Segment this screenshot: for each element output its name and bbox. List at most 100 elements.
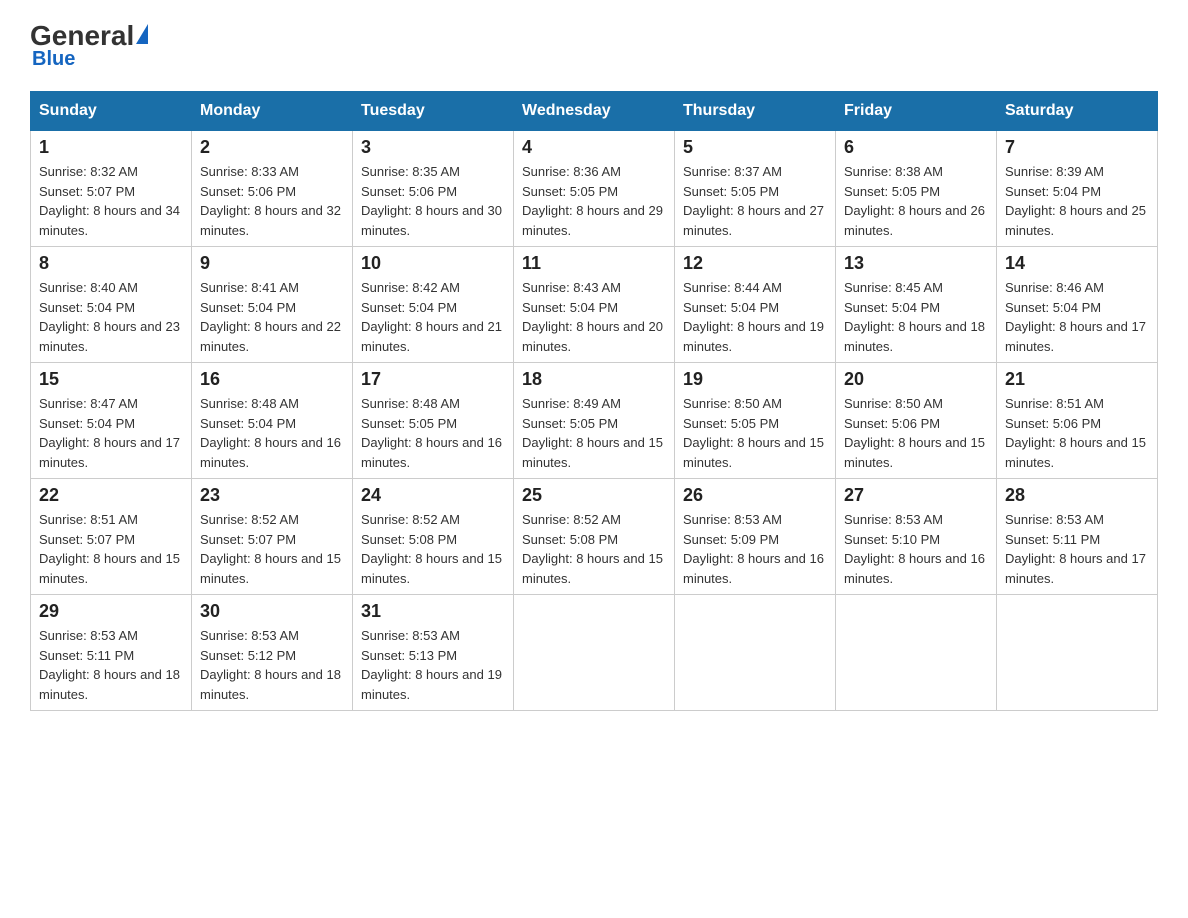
calendar-cell: 27 Sunrise: 8:53 AMSunset: 5:10 PMDaylig… xyxy=(836,479,997,595)
day-info: Sunrise: 8:53 AMSunset: 5:11 PMDaylight:… xyxy=(1005,512,1146,586)
day-number: 2 xyxy=(200,137,344,158)
day-number: 17 xyxy=(361,369,505,390)
day-number: 22 xyxy=(39,485,183,506)
day-info: Sunrise: 8:36 AMSunset: 5:05 PMDaylight:… xyxy=(522,164,663,238)
day-number: 13 xyxy=(844,253,988,274)
calendar-cell: 13 Sunrise: 8:45 AMSunset: 5:04 PMDaylig… xyxy=(836,247,997,363)
day-info: Sunrise: 8:47 AMSunset: 5:04 PMDaylight:… xyxy=(39,396,180,470)
calendar-week-row: 22 Sunrise: 8:51 AMSunset: 5:07 PMDaylig… xyxy=(31,479,1158,595)
calendar-cell: 20 Sunrise: 8:50 AMSunset: 5:06 PMDaylig… xyxy=(836,363,997,479)
calendar-cell: 31 Sunrise: 8:53 AMSunset: 5:13 PMDaylig… xyxy=(353,595,514,711)
calendar-week-row: 8 Sunrise: 8:40 AMSunset: 5:04 PMDayligh… xyxy=(31,247,1158,363)
calendar-cell: 25 Sunrise: 8:52 AMSunset: 5:08 PMDaylig… xyxy=(514,479,675,595)
day-info: Sunrise: 8:37 AMSunset: 5:05 PMDaylight:… xyxy=(683,164,824,238)
day-number: 20 xyxy=(844,369,988,390)
day-number: 21 xyxy=(1005,369,1149,390)
day-info: Sunrise: 8:53 AMSunset: 5:11 PMDaylight:… xyxy=(39,628,180,702)
column-header-friday: Friday xyxy=(836,92,997,131)
calendar-cell: 26 Sunrise: 8:53 AMSunset: 5:09 PMDaylig… xyxy=(675,479,836,595)
day-info: Sunrise: 8:48 AMSunset: 5:04 PMDaylight:… xyxy=(200,396,341,470)
calendar-cell: 15 Sunrise: 8:47 AMSunset: 5:04 PMDaylig… xyxy=(31,363,192,479)
calendar-cell: 6 Sunrise: 8:38 AMSunset: 5:05 PMDayligh… xyxy=(836,131,997,247)
calendar-header-row: SundayMondayTuesdayWednesdayThursdayFrid… xyxy=(31,92,1158,131)
calendar-cell: 22 Sunrise: 8:51 AMSunset: 5:07 PMDaylig… xyxy=(31,479,192,595)
calendar-cell xyxy=(675,595,836,711)
day-info: Sunrise: 8:45 AMSunset: 5:04 PMDaylight:… xyxy=(844,280,985,354)
day-number: 28 xyxy=(1005,485,1149,506)
day-number: 31 xyxy=(361,601,505,622)
calendar-cell: 7 Sunrise: 8:39 AMSunset: 5:04 PMDayligh… xyxy=(997,131,1158,247)
day-info: Sunrise: 8:51 AMSunset: 5:07 PMDaylight:… xyxy=(39,512,180,586)
day-info: Sunrise: 8:38 AMSunset: 5:05 PMDaylight:… xyxy=(844,164,985,238)
calendar-cell: 10 Sunrise: 8:42 AMSunset: 5:04 PMDaylig… xyxy=(353,247,514,363)
day-number: 1 xyxy=(39,137,183,158)
calendar-cell xyxy=(514,595,675,711)
day-number: 9 xyxy=(200,253,344,274)
day-number: 16 xyxy=(200,369,344,390)
calendar-cell: 5 Sunrise: 8:37 AMSunset: 5:05 PMDayligh… xyxy=(675,131,836,247)
day-number: 5 xyxy=(683,137,827,158)
day-number: 15 xyxy=(39,369,183,390)
day-number: 23 xyxy=(200,485,344,506)
calendar-cell xyxy=(836,595,997,711)
logo: General Blue xyxy=(30,20,148,71)
day-info: Sunrise: 8:52 AMSunset: 5:08 PMDaylight:… xyxy=(522,512,663,586)
day-info: Sunrise: 8:43 AMSunset: 5:04 PMDaylight:… xyxy=(522,280,663,354)
calendar-cell: 9 Sunrise: 8:41 AMSunset: 5:04 PMDayligh… xyxy=(192,247,353,363)
day-info: Sunrise: 8:39 AMSunset: 5:04 PMDaylight:… xyxy=(1005,164,1146,238)
day-info: Sunrise: 8:53 AMSunset: 5:12 PMDaylight:… xyxy=(200,628,341,702)
column-header-thursday: Thursday xyxy=(675,92,836,131)
day-info: Sunrise: 8:53 AMSunset: 5:10 PMDaylight:… xyxy=(844,512,985,586)
column-header-tuesday: Tuesday xyxy=(353,92,514,131)
day-number: 25 xyxy=(522,485,666,506)
day-number: 26 xyxy=(683,485,827,506)
calendar-week-row: 29 Sunrise: 8:53 AMSunset: 5:11 PMDaylig… xyxy=(31,595,1158,711)
column-header-wednesday: Wednesday xyxy=(514,92,675,131)
calendar-cell xyxy=(997,595,1158,711)
calendar-cell: 2 Sunrise: 8:33 AMSunset: 5:06 PMDayligh… xyxy=(192,131,353,247)
column-header-monday: Monday xyxy=(192,92,353,131)
calendar-cell: 21 Sunrise: 8:51 AMSunset: 5:06 PMDaylig… xyxy=(997,363,1158,479)
page-header: General Blue xyxy=(30,20,1158,71)
calendar-cell: 4 Sunrise: 8:36 AMSunset: 5:05 PMDayligh… xyxy=(514,131,675,247)
day-number: 14 xyxy=(1005,253,1149,274)
day-info: Sunrise: 8:51 AMSunset: 5:06 PMDaylight:… xyxy=(1005,396,1146,470)
day-info: Sunrise: 8:50 AMSunset: 5:06 PMDaylight:… xyxy=(844,396,985,470)
day-info: Sunrise: 8:53 AMSunset: 5:09 PMDaylight:… xyxy=(683,512,824,586)
day-info: Sunrise: 8:49 AMSunset: 5:05 PMDaylight:… xyxy=(522,396,663,470)
day-number: 7 xyxy=(1005,137,1149,158)
column-header-saturday: Saturday xyxy=(997,92,1158,131)
day-number: 29 xyxy=(39,601,183,622)
day-info: Sunrise: 8:50 AMSunset: 5:05 PMDaylight:… xyxy=(683,396,824,470)
calendar-cell: 24 Sunrise: 8:52 AMSunset: 5:08 PMDaylig… xyxy=(353,479,514,595)
calendar-cell: 16 Sunrise: 8:48 AMSunset: 5:04 PMDaylig… xyxy=(192,363,353,479)
day-number: 4 xyxy=(522,137,666,158)
day-info: Sunrise: 8:32 AMSunset: 5:07 PMDaylight:… xyxy=(39,164,180,238)
calendar-cell: 14 Sunrise: 8:46 AMSunset: 5:04 PMDaylig… xyxy=(997,247,1158,363)
day-number: 27 xyxy=(844,485,988,506)
day-info: Sunrise: 8:41 AMSunset: 5:04 PMDaylight:… xyxy=(200,280,341,354)
day-number: 30 xyxy=(200,601,344,622)
day-info: Sunrise: 8:53 AMSunset: 5:13 PMDaylight:… xyxy=(361,628,502,702)
day-number: 19 xyxy=(683,369,827,390)
calendar-table: SundayMondayTuesdayWednesdayThursdayFrid… xyxy=(30,91,1158,711)
day-number: 8 xyxy=(39,253,183,274)
calendar-week-row: 1 Sunrise: 8:32 AMSunset: 5:07 PMDayligh… xyxy=(31,131,1158,247)
calendar-cell: 19 Sunrise: 8:50 AMSunset: 5:05 PMDaylig… xyxy=(675,363,836,479)
calendar-cell: 3 Sunrise: 8:35 AMSunset: 5:06 PMDayligh… xyxy=(353,131,514,247)
day-number: 12 xyxy=(683,253,827,274)
calendar-cell: 1 Sunrise: 8:32 AMSunset: 5:07 PMDayligh… xyxy=(31,131,192,247)
day-number: 18 xyxy=(522,369,666,390)
day-info: Sunrise: 8:42 AMSunset: 5:04 PMDaylight:… xyxy=(361,280,502,354)
calendar-cell: 29 Sunrise: 8:53 AMSunset: 5:11 PMDaylig… xyxy=(31,595,192,711)
column-header-sunday: Sunday xyxy=(31,92,192,131)
calendar-cell: 30 Sunrise: 8:53 AMSunset: 5:12 PMDaylig… xyxy=(192,595,353,711)
calendar-cell: 28 Sunrise: 8:53 AMSunset: 5:11 PMDaylig… xyxy=(997,479,1158,595)
day-info: Sunrise: 8:35 AMSunset: 5:06 PMDaylight:… xyxy=(361,164,502,238)
day-info: Sunrise: 8:46 AMSunset: 5:04 PMDaylight:… xyxy=(1005,280,1146,354)
day-number: 6 xyxy=(844,137,988,158)
calendar-cell: 23 Sunrise: 8:52 AMSunset: 5:07 PMDaylig… xyxy=(192,479,353,595)
day-number: 10 xyxy=(361,253,505,274)
day-number: 3 xyxy=(361,137,505,158)
calendar-cell: 18 Sunrise: 8:49 AMSunset: 5:05 PMDaylig… xyxy=(514,363,675,479)
